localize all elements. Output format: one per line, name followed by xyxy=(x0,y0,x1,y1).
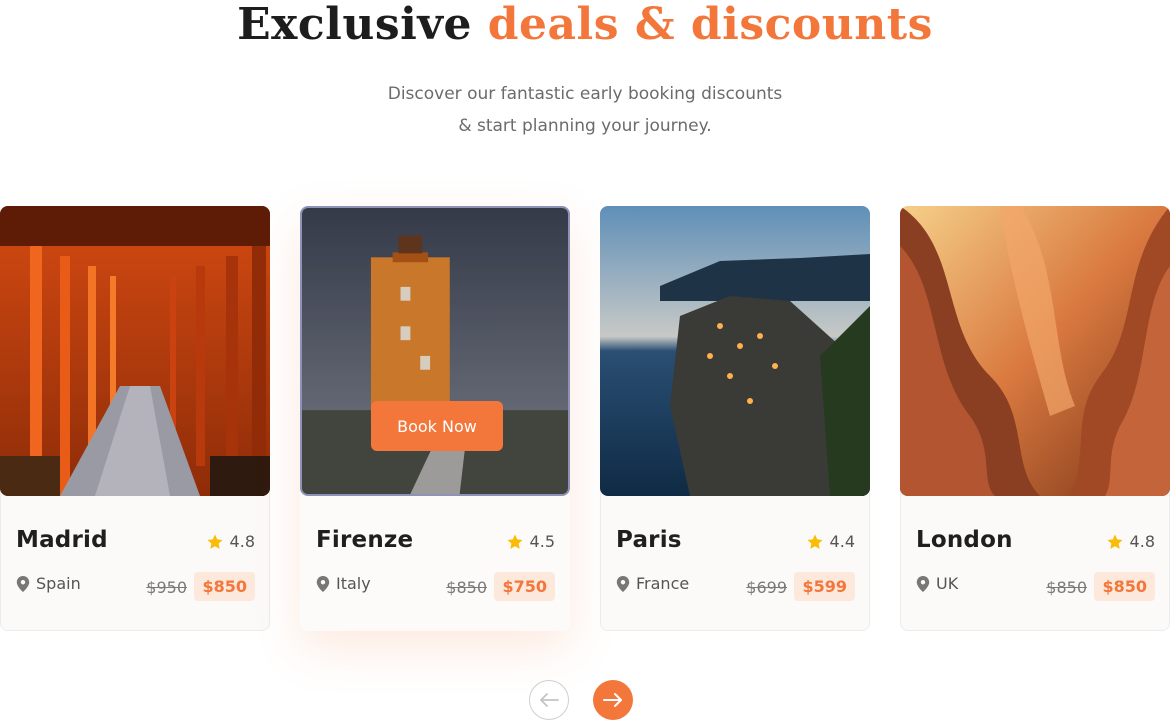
carousel-prev-button[interactable] xyxy=(529,680,569,720)
destination-photo[interactable]: Book Now xyxy=(300,206,570,496)
star-icon xyxy=(1107,534,1123,549)
rating: 4.8 xyxy=(206,532,255,551)
location-pin-icon xyxy=(616,575,630,592)
original-price: $950 xyxy=(146,578,187,597)
deal-card-firenze[interactable]: Book Now Firenze 4.5 Italy $850 $750 xyxy=(300,206,570,631)
rating-value: 4.4 xyxy=(829,532,855,551)
section-title: Exclusive deals & discounts xyxy=(0,0,1170,58)
location-pin-icon xyxy=(316,575,330,592)
photo-hover-overlay xyxy=(302,208,568,494)
location-pin-icon xyxy=(916,575,930,592)
star-icon xyxy=(507,534,523,549)
discount-price: $599 xyxy=(794,572,855,601)
rating-value: 4.8 xyxy=(1129,532,1155,551)
original-price: $850 xyxy=(446,578,487,597)
location: Spain xyxy=(16,574,81,593)
discount-price: $850 xyxy=(194,572,255,601)
location-pin-icon xyxy=(16,575,30,592)
book-now-button[interactable]: Book Now xyxy=(371,401,503,451)
rating-value: 4.8 xyxy=(229,532,255,551)
title-part-accent: deals & discounts xyxy=(487,0,933,50)
deal-card-madrid[interactable]: Madrid 4.8 Spain $950 $850 xyxy=(0,206,270,631)
city-name: London xyxy=(916,527,1013,553)
section-subtitle: Discover our fantastic early booking dis… xyxy=(0,78,1170,142)
torii-gates-photo xyxy=(0,206,270,496)
original-price: $699 xyxy=(746,578,787,597)
carousel-next-button[interactable] xyxy=(593,680,633,720)
country-name: UK xyxy=(936,574,959,593)
deal-card-paris[interactable]: Paris 4.4 France $699 $599 xyxy=(600,206,870,631)
destination-photo[interactable] xyxy=(900,206,1170,496)
star-icon xyxy=(207,534,223,549)
country-name: France xyxy=(636,574,690,593)
city-name: Firenze xyxy=(316,527,414,553)
coastal-village-photo xyxy=(600,206,870,496)
rating: 4.5 xyxy=(506,532,555,551)
discount-price: $850 xyxy=(1094,572,1155,601)
sandstone-canyon-photo xyxy=(900,206,1170,496)
location: UK xyxy=(916,574,958,593)
original-price: $850 xyxy=(1046,578,1087,597)
subtitle-line-1: Discover our fantastic early booking dis… xyxy=(387,84,783,104)
country-name: Spain xyxy=(36,574,81,593)
city-name: Paris xyxy=(616,527,682,553)
title-part-main: Exclusive xyxy=(237,0,472,50)
rating-value: 4.5 xyxy=(529,532,555,551)
country-name: Italy xyxy=(336,574,371,593)
arrow-right-icon xyxy=(603,693,622,707)
rating: 4.8 xyxy=(1106,532,1155,551)
subtitle-line-2: & start planning your journey. xyxy=(458,116,712,136)
location: France xyxy=(616,574,689,593)
arrow-left-icon xyxy=(540,693,559,707)
city-name: Madrid xyxy=(16,527,108,553)
discount-price: $750 xyxy=(494,572,555,601)
destination-photo[interactable] xyxy=(600,206,870,496)
destination-photo[interactable] xyxy=(0,206,270,496)
rating: 4.4 xyxy=(806,532,855,551)
deal-card-london[interactable]: London 4.8 UK $850 $850 xyxy=(900,206,1170,631)
star-icon xyxy=(807,534,823,549)
location: Italy xyxy=(316,574,371,593)
